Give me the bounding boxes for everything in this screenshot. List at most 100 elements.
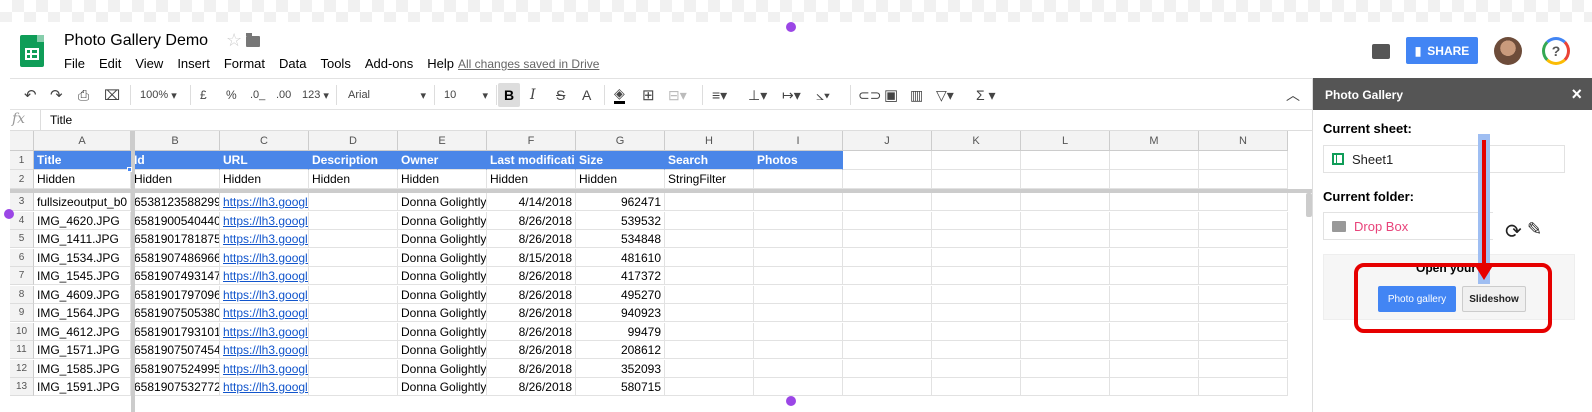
menu-addons[interactable]: Add-ons [365, 56, 413, 71]
cell-id[interactable]: 65819075053808 [131, 304, 220, 322]
column-header[interactable]: A [34, 131, 131, 151]
menu-edit[interactable]: Edit [99, 56, 121, 71]
empty-cell[interactable] [665, 359, 754, 378]
cell-url[interactable]: https://lh3.googleusercontent.com/ [220, 267, 309, 285]
currency-button[interactable]: £ [200, 86, 207, 104]
header-cell[interactable]: Id [131, 151, 220, 170]
empty-cell[interactable] [1199, 248, 1288, 267]
insert-chart-icon[interactable]: ▥ [910, 86, 923, 104]
row-header[interactable]: 10 [10, 322, 34, 341]
cell-date[interactable]: 8/26/2018 [487, 267, 576, 285]
cell-date[interactable]: 8/26/2018 [487, 322, 576, 341]
empty-cell[interactable] [843, 341, 932, 359]
cell-owner[interactable]: Donna Golightly [398, 359, 487, 378]
cell-date[interactable]: 8/15/2018 [487, 248, 576, 267]
empty-cell[interactable] [932, 285, 1021, 304]
empty-cell[interactable] [1199, 304, 1288, 322]
italic-button[interactable]: I [530, 86, 536, 104]
row-header[interactable]: 13 [10, 378, 34, 396]
cell-size[interactable]: 940923 [576, 304, 665, 322]
empty-cell[interactable] [754, 304, 843, 322]
empty-cell[interactable] [1110, 341, 1199, 359]
empty-cell[interactable] [309, 322, 398, 341]
cell-size[interactable]: 539532 [576, 211, 665, 230]
header-cell[interactable]: Owner [398, 151, 487, 170]
empty-cell[interactable] [1199, 378, 1288, 396]
merge-cells-icon[interactable]: ⊟▾ [668, 86, 687, 104]
empty-cell[interactable] [754, 211, 843, 230]
menu-tools[interactable]: Tools [320, 56, 350, 71]
undo-icon[interactable]: ↶ [24, 86, 37, 104]
cell-date[interactable]: 8/26/2018 [487, 211, 576, 230]
cell-owner[interactable]: Donna Golightly [398, 285, 487, 304]
menu-insert[interactable]: Insert [177, 56, 210, 71]
cell-url[interactable]: https://lh3.googleusercontent.com/ [220, 193, 309, 211]
column-header[interactable]: G [576, 131, 665, 151]
empty-cell[interactable] [1021, 322, 1110, 341]
menu-file[interactable]: File [64, 56, 85, 71]
filter-cell[interactable]: Hidden [220, 170, 309, 189]
cell-size[interactable]: 99479 [576, 322, 665, 341]
current-folder-field[interactable]: Drop Box [1323, 212, 1493, 240]
functions-button[interactable]: Σ ▾ [976, 86, 996, 104]
cell-id[interactable]: 65381235882992 [131, 193, 220, 211]
empty-cell[interactable] [1021, 170, 1110, 189]
cell-url[interactable]: https://lh3.googleusercontent.com/ [220, 211, 309, 230]
menu-view[interactable]: View [135, 56, 163, 71]
font-size-select[interactable]: 10 ▾ [444, 86, 488, 104]
empty-cell[interactable] [932, 151, 1021, 170]
empty-cell[interactable] [932, 248, 1021, 267]
empty-cell[interactable] [843, 267, 932, 285]
column-header[interactable]: H [665, 131, 754, 151]
spreadsheet-grid[interactable]: A B C D E F G H I J K L M N 1 Title Id URL Description Owne… [10, 131, 1312, 412]
empty-cell[interactable] [1110, 170, 1199, 189]
header-cell[interactable]: Last modificatio [487, 151, 576, 170]
filter-cell[interactable]: Hidden [309, 170, 398, 189]
cell-id[interactable]: 65819017970968 [131, 285, 220, 304]
empty-cell[interactable] [754, 230, 843, 248]
cell-size[interactable]: 417372 [576, 267, 665, 285]
cell-title[interactable]: IMG_4620.JPG [34, 211, 131, 230]
cell-title[interactable]: IMG_1411.JPG [34, 230, 131, 248]
cell-title[interactable]: IMG_1534.JPG [34, 248, 131, 267]
borders-icon[interactable]: ⊞ [642, 86, 655, 104]
row-header[interactable]: 1 [10, 151, 34, 170]
star-icon[interactable]: ☆ [226, 30, 242, 51]
empty-cell[interactable] [1021, 193, 1110, 211]
cell-size[interactable]: 495270 [576, 285, 665, 304]
document-title[interactable]: Photo Gallery Demo [64, 32, 208, 50]
empty-cell[interactable] [1021, 341, 1110, 359]
empty-cell[interactable] [309, 304, 398, 322]
cell-date[interactable]: 8/26/2018 [487, 230, 576, 248]
cell-url[interactable]: https://lh3.googleusercontent.com/ [220, 285, 309, 304]
cell-url[interactable]: https://lh3.googleusercontent.com/ [220, 341, 309, 359]
cell-owner[interactable]: Donna Golightly [398, 267, 487, 285]
cell-owner[interactable]: Donna Golightly [398, 304, 487, 322]
column-header[interactable]: L [1021, 131, 1110, 151]
empty-cell[interactable] [1110, 304, 1199, 322]
filter-cell[interactable]: StringFilter [665, 170, 754, 189]
filter-cell[interactable]: Hidden [576, 170, 665, 189]
column-header[interactable]: E [398, 131, 487, 151]
empty-cell[interactable] [1110, 285, 1199, 304]
empty-cell[interactable] [1199, 341, 1288, 359]
empty-cell[interactable] [665, 193, 754, 211]
empty-cell[interactable] [1199, 285, 1288, 304]
empty-cell[interactable] [754, 322, 843, 341]
cell-title[interactable]: fullsizeoutput_b0 [34, 193, 131, 211]
cell-owner[interactable]: Donna Golightly [398, 341, 487, 359]
current-folder-value[interactable]: Drop Box [1354, 219, 1408, 234]
empty-cell[interactable] [309, 341, 398, 359]
percent-button[interactable]: % [226, 86, 237, 104]
filter-cell[interactable]: Hidden [487, 170, 576, 189]
empty-cell[interactable] [1021, 304, 1110, 322]
cell-id[interactable]: 65819005404402 [131, 211, 220, 230]
empty-cell[interactable] [1021, 267, 1110, 285]
cell-size[interactable]: 208612 [576, 341, 665, 359]
cell-size[interactable]: 481610 [576, 248, 665, 267]
strikethrough-button[interactable]: S [556, 86, 565, 104]
empty-cell[interactable] [932, 193, 1021, 211]
text-wrap-icon[interactable]: ↦▾ [782, 86, 801, 104]
empty-cell[interactable] [843, 359, 932, 378]
insert-link-icon[interactable]: ⊂⊃ [858, 86, 881, 104]
